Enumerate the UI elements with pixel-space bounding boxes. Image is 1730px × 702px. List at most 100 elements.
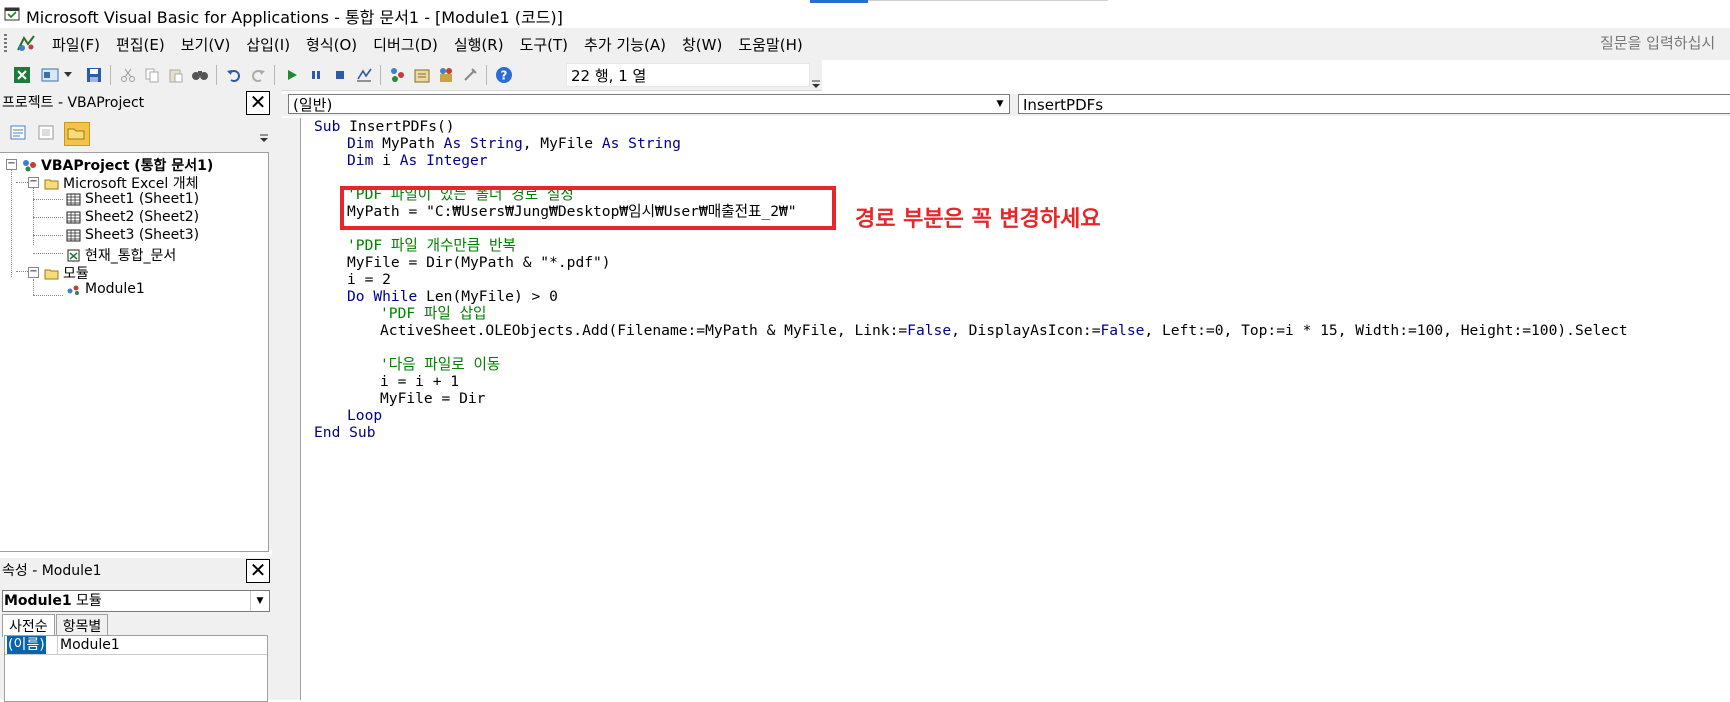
redo-icon[interactable]	[248, 65, 268, 85]
code-line[interactable]: Dim i As Integer	[347, 152, 488, 169]
code-comment: 'PDF 파일 개수만큼 반복	[347, 237, 516, 254]
code-keyword: As String	[601, 135, 681, 152]
vba-app-icon	[4, 7, 20, 21]
tree-root-label: VBAProject (통합 문서1)	[41, 158, 214, 174]
menu-addins[interactable]: 추가 기능(A)	[576, 34, 674, 55]
code-keyword: As Integer	[399, 152, 488, 169]
project-explorer-toolbar	[0, 118, 272, 148]
project-explorer-icon[interactable]	[388, 65, 408, 85]
code-line[interactable]: MyFile = Dir	[380, 390, 485, 407]
code-text: , DisplayAsIcon:=	[951, 322, 1101, 339]
toggle-folders-button[interactable]	[64, 122, 90, 146]
object-select-dropdown[interactable]: Module1 모듈 ▼	[2, 590, 270, 612]
code-line[interactable]: 'PDF 파일 삽입	[380, 305, 486, 322]
run-icon[interactable]	[282, 65, 302, 85]
object-dropdown[interactable]: (일반) ▼	[288, 94, 1010, 114]
code-keyword: As String	[443, 135, 523, 152]
collapse-toggle[interactable]: −	[28, 177, 39, 188]
tree-item-sheet2[interactable]: Sheet2 (Sheet2)	[66, 209, 199, 225]
pane-splitter[interactable]	[272, 90, 282, 700]
project-explorer-header: 프로젝트 - VBAProject	[0, 90, 272, 112]
tab-alphabetic[interactable]: 사전순	[2, 614, 55, 637]
toolbar-separator	[274, 65, 275, 85]
code-line[interactable]: i = 2	[347, 271, 391, 288]
code-line[interactable]: ActiveSheet.OLEObjects.Add(Filename:=MyP…	[380, 322, 1628, 339]
property-row[interactable]: (이름) Module1	[5, 636, 267, 655]
tree-item-label: Sheet2 (Sheet2)	[85, 209, 200, 225]
code-line[interactable]: Loop	[347, 407, 382, 424]
cut-icon[interactable]	[118, 65, 138, 85]
view-object-button[interactable]	[34, 122, 60, 146]
design-mode-icon[interactable]	[354, 65, 374, 85]
code-line[interactable]: '다음 파일로 이동	[380, 356, 500, 373]
toolbar-options-icon[interactable]	[810, 78, 822, 90]
toolbar-separator	[486, 65, 487, 85]
code-line[interactable]: End Sub	[314, 424, 376, 441]
code-line[interactable]: Dim MyPath As String, MyFile As String	[347, 135, 681, 152]
code-line[interactable]: Do While Len(MyFile) > 0	[347, 288, 558, 305]
tree-item-label: Sheet3 (Sheet3)	[85, 227, 200, 243]
vba-menu-icon[interactable]	[14, 32, 38, 56]
menu-file[interactable]: 파일(F)	[44, 34, 108, 55]
undo-icon[interactable]	[224, 65, 244, 85]
code-line[interactable]: 'PDF 파일 개수만큼 반복	[347, 237, 516, 254]
code-line[interactable]: MyFile = Dir(MyPath & "*.pdf")	[347, 254, 611, 271]
worksheet-icon	[66, 193, 81, 205]
view-object-icon	[38, 125, 54, 140]
menu-run[interactable]: 실행(R)	[446, 34, 512, 55]
menu-tools[interactable]: 도구(T)	[512, 34, 576, 55]
tab-categorized[interactable]: 항목별	[55, 614, 109, 637]
collapse-toggle[interactable]: −	[6, 159, 17, 170]
help-icon[interactable]: ?	[494, 65, 514, 85]
object-browser-icon[interactable]	[436, 65, 456, 85]
code-line[interactable]: Sub InsertPDFs()	[314, 118, 455, 135]
insert-icon[interactable]	[40, 65, 60, 85]
code-line[interactable]: i = i + 1	[380, 373, 459, 390]
property-name: (이름)	[7, 636, 46, 654]
code-editor[interactable]: Sub InsertPDFs() Dim MyPath As String, My…	[282, 118, 1730, 700]
tree-item-module1[interactable]: Module1	[66, 281, 145, 297]
tree-folder-modules[interactable]: 모듈	[44, 263, 89, 283]
menu-grip[interactable]	[4, 34, 7, 54]
tree-root-vbaproject[interactable]: VBAProject (통합 문서1)	[22, 155, 213, 175]
collapse-toggle[interactable]: −	[28, 267, 39, 278]
tree-folder-label: 모듈	[63, 266, 89, 282]
menu-window[interactable]: 창(W)	[674, 34, 730, 55]
menu-help[interactable]: 도움말(H)	[730, 34, 810, 55]
toolbox-icon[interactable]	[460, 65, 480, 85]
annotation-text: 경로 부분은 꼭 변경하세요	[855, 207, 1101, 232]
close-project-pane-button[interactable]: ✕	[246, 91, 270, 115]
margin-indicator-bar[interactable]	[282, 118, 300, 700]
tree-item-sheet1[interactable]: Sheet1 (Sheet1)	[66, 191, 199, 207]
find-icon[interactable]	[190, 65, 210, 85]
tree-connector	[11, 165, 13, 277]
menu-edit[interactable]: 편집(E)	[108, 34, 173, 55]
tree-connector	[33, 199, 63, 201]
view-code-button[interactable]	[6, 122, 32, 146]
menu-view[interactable]: 보기(V)	[173, 34, 239, 55]
tree-folder-excel-objects[interactable]: Microsoft Excel 개체	[44, 173, 198, 193]
ask-question-input[interactable]: 질문을 입력하십시	[1600, 32, 1730, 54]
excel-icon[interactable]	[12, 65, 32, 85]
properties-window: 속성 - Module1 ✕ Module1 모듈 ▼ 사전순 항목별 (이름)…	[0, 558, 273, 702]
pane-options-icon[interactable]	[258, 132, 270, 144]
copy-icon[interactable]	[142, 65, 162, 85]
properties-icon[interactable]	[412, 65, 432, 85]
procedure-dropdown[interactable]: InsertPDFs	[1018, 94, 1730, 114]
menu-insert[interactable]: 삽입(I)	[238, 34, 298, 55]
property-value[interactable]: Module1	[57, 636, 120, 654]
tree-item-sheet3[interactable]: Sheet3 (Sheet3)	[66, 227, 199, 243]
paste-icon[interactable]	[166, 65, 186, 85]
menu-format[interactable]: 형식(O)	[298, 34, 365, 55]
window-title: Microsoft Visual Basic for Applications …	[26, 8, 563, 27]
code-keyword: Dim	[347, 152, 374, 169]
module-icon	[67, 285, 79, 295]
menu-debug[interactable]: 디버그(D)	[365, 34, 446, 55]
reset-icon[interactable]	[330, 65, 350, 85]
chevron-down-icon[interactable]	[62, 65, 74, 85]
tree-item-thisworkbook[interactable]: 현재_통합_문서	[66, 245, 176, 265]
save-icon[interactable]	[84, 65, 104, 85]
break-icon[interactable]	[306, 65, 326, 85]
code-comment: 'PDF 파일 삽입	[380, 305, 487, 322]
close-properties-pane-button[interactable]: ✕	[246, 559, 270, 583]
